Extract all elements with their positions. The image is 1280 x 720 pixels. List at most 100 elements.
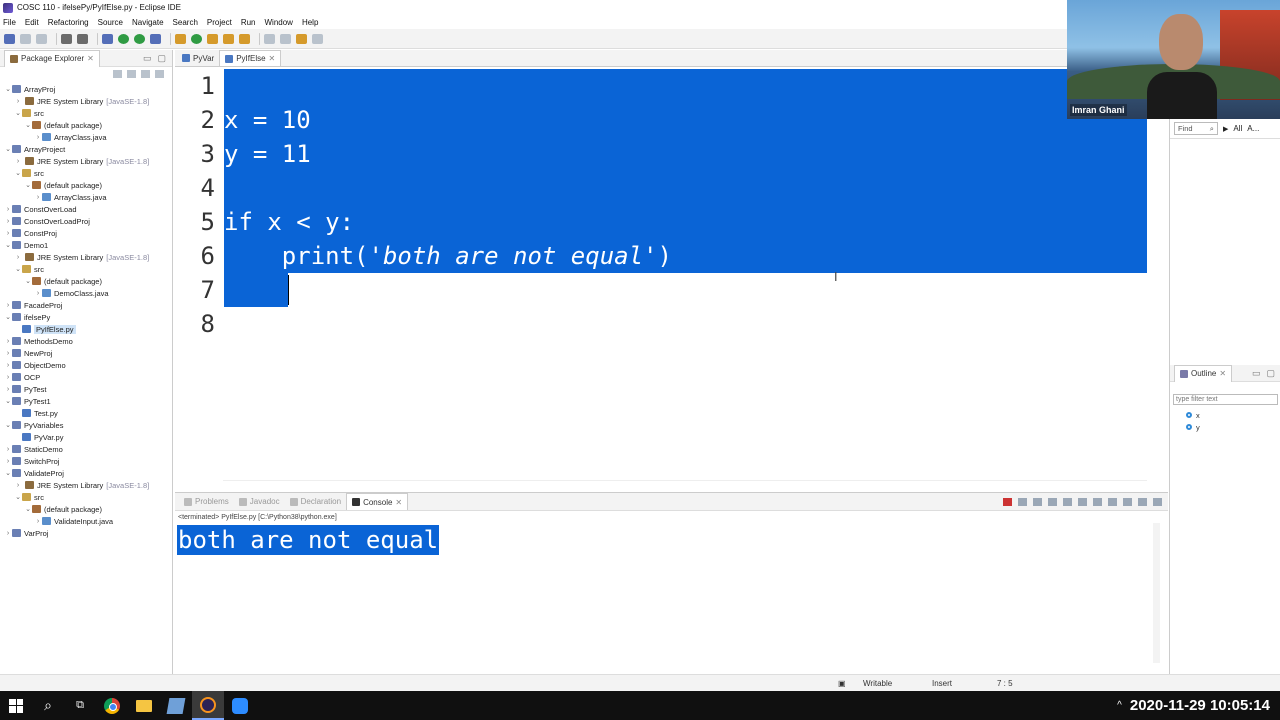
tree-item[interactable]: › JRE System Library [JavaSE-1.8] (0, 479, 172, 491)
menu-run[interactable]: Run (241, 18, 256, 27)
tree-item[interactable]: ⌄ (default package) (0, 275, 172, 287)
tree-item[interactable]: › JRE System Library [JavaSE-1.8] (0, 95, 172, 107)
eclipse-taskbar-icon[interactable] (192, 691, 224, 720)
tab-package-explorer[interactable]: Package Explorer ✕ (4, 49, 100, 67)
expanded-chevron-icon[interactable]: ⌄ (4, 397, 12, 405)
tree-item[interactable]: ⌄ (default package) (0, 179, 172, 191)
tree-item[interactable]: ⌄ ArrayProject (0, 143, 172, 155)
tree-item[interactable]: ⌄ ifelsePy (0, 311, 172, 323)
zoom-icon[interactable] (224, 691, 256, 720)
collapsed-chevron-icon[interactable]: › (14, 98, 22, 105)
tray-chevron-icon[interactable]: ^ (1117, 700, 1122, 711)
editor-horizontal-scrollbar[interactable] (223, 480, 1147, 488)
tab-outline[interactable]: Outline ✕ (1174, 364, 1233, 382)
tree-item[interactable]: › DemoClass.java (0, 287, 172, 299)
tree-item[interactable]: ⌄ Demo1 (0, 239, 172, 251)
close-icon[interactable]: ✕ (87, 50, 94, 67)
back-icon[interactable] (296, 33, 307, 44)
console-vertical-scrollbar[interactable] (1153, 523, 1160, 663)
expanded-chevron-icon[interactable]: ⌄ (14, 493, 22, 501)
collapsed-chevron-icon[interactable]: › (4, 530, 12, 537)
scroll-lock-icon[interactable] (1063, 497, 1072, 506)
close-icon[interactable]: ✕ (269, 50, 276, 67)
activate-filter[interactable]: A... (1247, 124, 1259, 133)
minimize-icon[interactable]: ▭ (1252, 368, 1261, 379)
console-output[interactable]: both are not equal (177, 525, 440, 555)
tree-item[interactable]: PyVar.py (0, 431, 172, 443)
tree-item[interactable]: › JRE System Library [JavaSE-1.8] (0, 155, 172, 167)
expanded-chevron-icon[interactable]: ⌄ (24, 121, 32, 129)
menu-navigate[interactable]: Navigate (132, 18, 164, 27)
tree-item[interactable]: › PyTest (0, 383, 172, 395)
coverage-icon[interactable] (134, 33, 145, 44)
tree-item[interactable]: ⌄ ArrayProj (0, 83, 172, 95)
view-menu-icon[interactable] (155, 70, 164, 78)
remove-launch-icon[interactable] (1018, 497, 1027, 506)
link-editor-icon[interactable] (127, 70, 136, 78)
menu-window[interactable]: Window (265, 18, 293, 27)
tree-item[interactable]: › NewProj (0, 347, 172, 359)
collapsed-chevron-icon[interactable]: › (4, 350, 12, 357)
menu-edit[interactable]: Edit (25, 18, 39, 27)
expanded-chevron-icon[interactable]: ⌄ (4, 241, 12, 249)
tree-item[interactable]: › ArrayClass.java (0, 191, 172, 203)
tree-item[interactable]: PyIfElse.py (0, 323, 172, 335)
remove-all-icon[interactable] (1033, 497, 1042, 506)
tree-item[interactable]: ⌄ src (0, 491, 172, 503)
expanded-chevron-icon[interactable]: ⌄ (4, 145, 12, 153)
menu-search[interactable]: Search (173, 18, 198, 27)
tree-item[interactable]: › ConstOverLoad (0, 203, 172, 215)
tab-declaration[interactable]: Declaration (285, 493, 346, 510)
code-area[interactable]: 1 2 x = 10 3 y = 11 4 5 if x < y: 6 print('both … (175, 69, 1147, 479)
search-icon[interactable]: ⌕ (32, 691, 64, 720)
tree-item[interactable]: ⌄ (default package) (0, 119, 172, 131)
open-console-icon[interactable] (1123, 497, 1132, 506)
collapsed-chevron-icon[interactable]: › (34, 134, 42, 141)
save-icon[interactable] (20, 33, 31, 44)
tree-item[interactable]: › ConstProj (0, 227, 172, 239)
tree-item[interactable]: ⌄ PyVariables (0, 419, 172, 431)
collapsed-chevron-icon[interactable]: › (34, 518, 42, 525)
all-filter[interactable]: All (1233, 124, 1242, 133)
external-tools-icon[interactable] (150, 33, 161, 44)
expanded-chevron-icon[interactable]: ⌄ (4, 469, 12, 477)
collapsed-chevron-icon[interactable]: › (4, 374, 12, 381)
prev-annotation-icon[interactable] (280, 33, 291, 44)
tree-item[interactable]: ⌄ src (0, 263, 172, 275)
search-icon[interactable] (239, 33, 250, 44)
open-type-icon[interactable] (207, 33, 218, 44)
pin-console-icon[interactable] (1093, 497, 1102, 506)
collapsed-chevron-icon[interactable]: › (14, 482, 22, 489)
minimize-icon[interactable] (1138, 497, 1147, 506)
collapsed-chevron-icon[interactable]: › (4, 362, 12, 369)
skip-breakpoints-icon[interactable] (77, 33, 88, 44)
collapsed-chevron-icon[interactable]: › (4, 338, 12, 345)
word-wrap-icon[interactable] (1078, 497, 1087, 506)
tree-item[interactable]: ⌄ ValidateProj (0, 467, 172, 479)
collapsed-chevron-icon[interactable]: › (14, 158, 22, 165)
tree-item[interactable]: ⌄ src (0, 107, 172, 119)
tree-item[interactable]: Test.py (0, 407, 172, 419)
menu-refactoring[interactable]: Refactoring (48, 18, 89, 27)
forward-icon[interactable] (312, 33, 323, 44)
collapsed-chevron-icon[interactable]: › (4, 446, 12, 453)
collapsed-chevron-icon[interactable]: › (34, 290, 42, 297)
chrome-icon[interactable] (96, 691, 128, 720)
file-explorer-icon[interactable] (128, 691, 160, 720)
menu-help[interactable]: Help (302, 18, 318, 27)
tree-item[interactable]: › VarProj (0, 527, 172, 539)
expanded-chevron-icon[interactable]: ⌄ (4, 85, 12, 93)
maximize-icon[interactable] (1153, 497, 1162, 506)
expanded-chevron-icon[interactable]: ⌄ (4, 421, 12, 429)
tree-item[interactable]: ⌄ (default package) (0, 503, 172, 515)
open-task-icon[interactable] (223, 33, 234, 44)
tree-item[interactable]: › FacadeProj (0, 299, 172, 311)
app-icon[interactable] (160, 691, 192, 720)
tab-problems[interactable]: Problems (179, 493, 234, 510)
display-console-icon[interactable] (1108, 497, 1117, 506)
tree-item[interactable]: › StaticDemo (0, 443, 172, 455)
tree-item[interactable]: › JRE System Library [JavaSE-1.8] (0, 251, 172, 263)
tools-icon[interactable] (102, 33, 113, 44)
collapsed-chevron-icon[interactable]: › (4, 386, 12, 393)
outline-item[interactable]: y (1170, 421, 1280, 433)
